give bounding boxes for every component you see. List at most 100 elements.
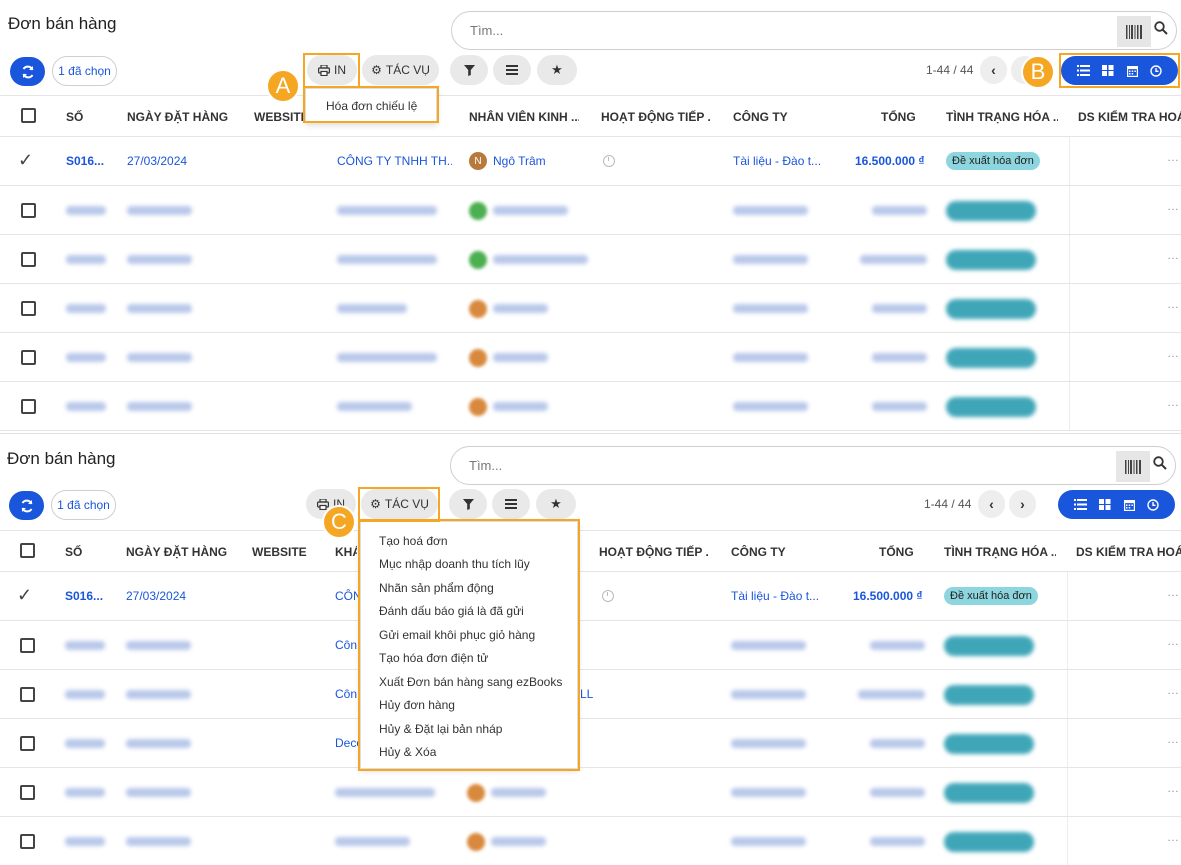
col-activity[interactable]: HOẠT ĐỘNG TIẾP ...: [601, 110, 711, 124]
selected-count-button[interactable]: 1 đã chọn: [51, 490, 116, 520]
col-website[interactable]: WEBSITE: [252, 545, 307, 559]
row-checkbox[interactable]: [21, 399, 36, 414]
column-divider: [1069, 333, 1070, 381]
favorites-button[interactable]: ★: [537, 55, 577, 85]
action-menu-item[interactable]: Tạo hóa đơn điện tử: [361, 647, 577, 671]
clock-icon[interactable]: [602, 590, 614, 602]
col-invoice-status[interactable]: TÌNH TRẠNG HÓA ...: [944, 545, 1056, 559]
selected-count-button[interactable]: 1 đã chọn: [52, 56, 117, 86]
list-view-icon[interactable]: [1077, 65, 1091, 76]
barcode-icon[interactable]: [1116, 451, 1150, 482]
col-total[interactable]: TỔNG: [879, 545, 914, 559]
action-menu-item[interactable]: Đánh dấu báo giá là đã gửi: [361, 600, 577, 624]
refresh-button[interactable]: [10, 57, 45, 86]
action-button[interactable]: ⚙ TÁC VỤ: [361, 489, 438, 519]
row-checkbox[interactable]: [21, 252, 36, 267]
search-icon[interactable]: [1153, 456, 1171, 476]
table-row[interactable]: Côn LL …: [0, 670, 1181, 719]
col-invoice-status[interactable]: TÌNH TRẠNG HÓA ...: [946, 110, 1058, 124]
search-icon[interactable]: [1154, 21, 1172, 41]
col-number[interactable]: SỐ: [66, 110, 83, 124]
action-button[interactable]: ⚙ TÁC VỤ: [362, 55, 439, 85]
prev-page-button[interactable]: ‹: [978, 490, 1005, 518]
action-menu-item[interactable]: Xuất Đơn bán hàng sang ezBooks: [361, 670, 577, 694]
col-invoice-check[interactable]: DS KIỂM TRA HOÁ...: [1078, 110, 1181, 124]
calendar-view-icon[interactable]: [1126, 65, 1138, 77]
clock-icon[interactable]: [603, 155, 615, 167]
table-row[interactable]: …: [0, 235, 1181, 284]
search-input[interactable]: Tìm...: [470, 23, 503, 38]
row-checkbox[interactable]: [20, 834, 35, 849]
table-row[interactable]: Deco …: [0, 719, 1181, 768]
search-bar[interactable]: Tìm...: [450, 446, 1176, 485]
print-menu-item[interactable]: Hóa đơn chiếu lệ: [306, 89, 436, 122]
action-menu-item[interactable]: Nhãn sản phẩm động: [361, 576, 577, 600]
action-menu-item[interactable]: Mục nhập doanh thu tích lũy: [361, 553, 577, 577]
row-checkbox[interactable]: [21, 350, 36, 365]
table-row[interactable]: …: [0, 382, 1181, 431]
table-row[interactable]: ✓ S016... 27/03/2024 CÔN Tài liệu - Đào …: [0, 572, 1181, 621]
filter-button[interactable]: [449, 489, 487, 519]
refresh-button[interactable]: [9, 491, 44, 520]
list-view-icon[interactable]: [1074, 499, 1088, 510]
col-activity[interactable]: HOẠT ĐỘNG TIẾP ...: [599, 545, 709, 559]
row-checkbox[interactable]: [20, 687, 35, 702]
col-order-date[interactable]: NGÀY ĐẶT HÀNG: [126, 545, 227, 559]
table-row[interactable]: …: [0, 284, 1181, 333]
col-salesperson[interactable]: NHÂN VIÊN KINH ...: [469, 110, 579, 124]
check-icon[interactable]: ✓: [18, 150, 33, 171]
prev-page-button[interactable]: ‹: [980, 56, 1007, 84]
action-menu-item[interactable]: Hủy & Đặt lại bản nháp: [361, 717, 577, 741]
filter-button[interactable]: [450, 55, 488, 85]
row-checkbox[interactable]: [20, 736, 35, 751]
table-row[interactable]: …: [0, 186, 1181, 235]
row-checkbox[interactable]: [20, 785, 35, 800]
refresh-icon: [21, 499, 32, 512]
blurred-badge: [944, 636, 1034, 656]
col-website[interactable]: WEBSITE: [254, 110, 309, 124]
favorites-button[interactable]: ★: [536, 489, 576, 519]
col-customer[interactable]: KHÁCH HÀNG: [335, 545, 357, 559]
action-menu-item[interactable]: Tạo hoá đơn: [361, 529, 577, 553]
next-page-button[interactable]: ›: [1009, 490, 1036, 518]
col-number[interactable]: SỐ: [65, 545, 82, 559]
table-row[interactable]: Côn …: [0, 621, 1181, 670]
kanban-view-icon[interactable]: [1099, 499, 1111, 510]
print-button[interactable]: IN: [307, 55, 357, 85]
action-menu-item[interactable]: Gửi email khôi phục giỏ hàng: [361, 623, 577, 647]
kanban-view-icon[interactable]: [1102, 65, 1114, 76]
col-invoice-check[interactable]: DS KIỂM TRA HOÁ...: [1076, 545, 1181, 559]
more-icon: …: [1167, 781, 1179, 795]
table-row[interactable]: …: [0, 768, 1181, 817]
row-checkbox[interactable]: [21, 203, 36, 218]
select-all-checkbox[interactable]: [20, 543, 35, 558]
search-bar[interactable]: Tìm...: [451, 11, 1177, 50]
barcode-icon[interactable]: [1117, 16, 1151, 47]
blurred-cell: [65, 739, 105, 748]
column-divider: [1067, 572, 1068, 620]
blurred-cell: [731, 788, 806, 797]
blurred-avatar: [467, 784, 485, 802]
select-all-checkbox[interactable]: [21, 108, 36, 123]
row-checkbox[interactable]: [21, 301, 36, 316]
col-company[interactable]: CÔNG TY: [731, 545, 786, 559]
action-menu-item[interactable]: Hủy đơn hàng: [361, 694, 577, 718]
activity-view-icon[interactable]: [1150, 64, 1162, 77]
table-row[interactable]: ✓ S016... 27/03/2024 CÔNG TY TNHH TH... …: [0, 137, 1181, 186]
col-total[interactable]: TỔNG: [881, 110, 916, 124]
activity-view-icon[interactable]: [1147, 498, 1159, 511]
col-order-date[interactable]: NGÀY ĐẶT HÀNG: [127, 110, 228, 124]
table-row[interactable]: …: [0, 333, 1181, 382]
company-name: Tài liệu - Đào t...: [733, 154, 822, 168]
action-menu-item[interactable]: Hủy & Xóa: [361, 741, 577, 765]
table-row[interactable]: …: [0, 817, 1181, 865]
col-company[interactable]: CÔNG TY: [733, 110, 788, 124]
row-checkbox[interactable]: [20, 638, 35, 653]
group-by-button[interactable]: [493, 55, 531, 85]
search-input[interactable]: Tìm...: [469, 458, 502, 473]
group-by-button[interactable]: [492, 489, 530, 519]
calendar-view-icon[interactable]: [1123, 499, 1135, 511]
column-divider: [1067, 670, 1068, 718]
check-icon[interactable]: ✓: [17, 585, 32, 606]
blurred-cell: [872, 304, 927, 313]
